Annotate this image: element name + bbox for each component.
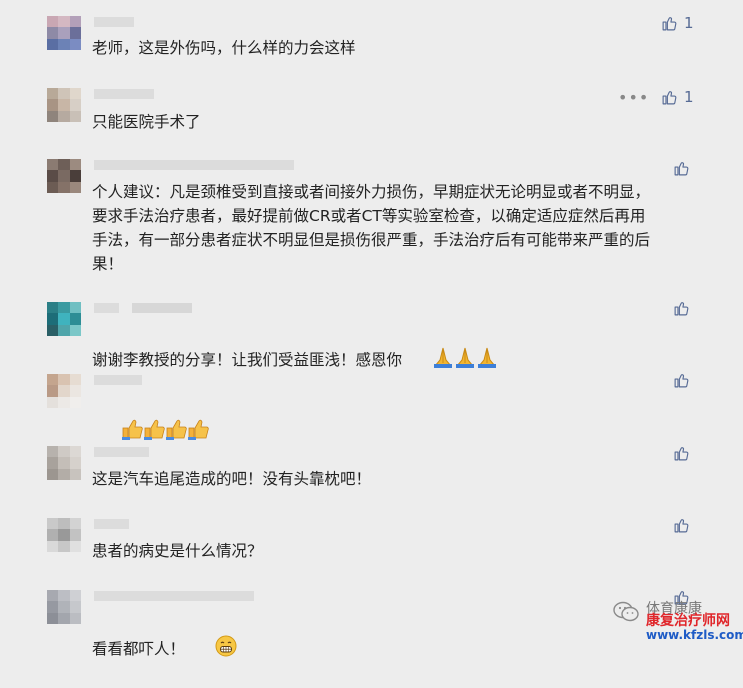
avatar[interactable] bbox=[47, 88, 81, 122]
like-count: 1 bbox=[684, 14, 694, 32]
thumbs-up-icon bbox=[674, 374, 689, 388]
nickname bbox=[94, 375, 142, 385]
avatar[interactable] bbox=[47, 446, 81, 480]
like-count: 1 bbox=[684, 88, 694, 106]
comment-text: 这是汽车追尾造成的吧！没有头靠枕吧！ bbox=[92, 470, 372, 488]
nickname bbox=[94, 519, 129, 529]
comment-text bbox=[92, 394, 712, 471]
wechat-logo-icon bbox=[613, 601, 639, 622]
like-button[interactable]: 1 bbox=[661, 14, 694, 32]
comment-body: 看看都吓人！ bbox=[92, 640, 186, 658]
comment-text: 老师，这是外伤吗，什么样的力会这样 bbox=[92, 39, 356, 57]
thumbs-up-icon bbox=[674, 302, 689, 316]
like-button[interactable]: 1 bbox=[661, 88, 694, 106]
avatar[interactable] bbox=[47, 590, 81, 624]
comment-body: 谢谢李教授的分享！让我们受益匪浅！感恩你 bbox=[92, 351, 403, 369]
watermark: 体育康康 康复治疗师网 www.kfzls.com bbox=[612, 598, 743, 646]
thumbs-up-icon bbox=[662, 16, 677, 30]
avatar[interactable] bbox=[47, 16, 81, 50]
thumbs-up-icon bbox=[674, 162, 689, 176]
nickname bbox=[94, 160, 294, 170]
comment-text: 个人建议：凡是颈椎受到直接或者间接外力损伤，早期症状无论明显或者不明显， 要求手… bbox=[92, 183, 651, 273]
thumbs-up-icon bbox=[662, 90, 677, 104]
comment-text: 谢谢李教授的分享！让我们受益匪浅！感恩你 bbox=[92, 322, 712, 399]
nickname bbox=[94, 89, 154, 99]
avatar[interactable] bbox=[47, 302, 81, 336]
nickname-extra bbox=[132, 303, 192, 313]
like-button[interactable] bbox=[673, 445, 690, 462]
watermark-site-url: www.kfzls.com bbox=[646, 628, 743, 642]
avatar[interactable] bbox=[47, 159, 81, 193]
pray-icon bbox=[402, 322, 498, 399]
like-button[interactable] bbox=[673, 372, 690, 389]
like-button[interactable] bbox=[673, 517, 690, 534]
thumbs-up-icon bbox=[674, 447, 689, 461]
comment-text: 只能医院手术了 bbox=[92, 113, 201, 131]
nickname bbox=[94, 17, 134, 27]
thumbs-up-icon bbox=[92, 394, 212, 471]
nickname bbox=[94, 303, 119, 313]
watermark-site-name: 康复治疗师网 bbox=[646, 613, 730, 629]
nickname bbox=[94, 591, 254, 601]
like-button[interactable] bbox=[673, 160, 690, 177]
avatar[interactable] bbox=[47, 518, 81, 552]
more-options-button[interactable]: ••• bbox=[618, 88, 649, 107]
like-button[interactable] bbox=[673, 300, 690, 317]
nickname bbox=[94, 447, 149, 457]
comment-text: 患者的病史是什么情况？ bbox=[92, 542, 263, 560]
avatar[interactable] bbox=[47, 374, 81, 408]
thumbs-up-icon bbox=[674, 519, 689, 533]
grimace-icon bbox=[185, 611, 237, 688]
